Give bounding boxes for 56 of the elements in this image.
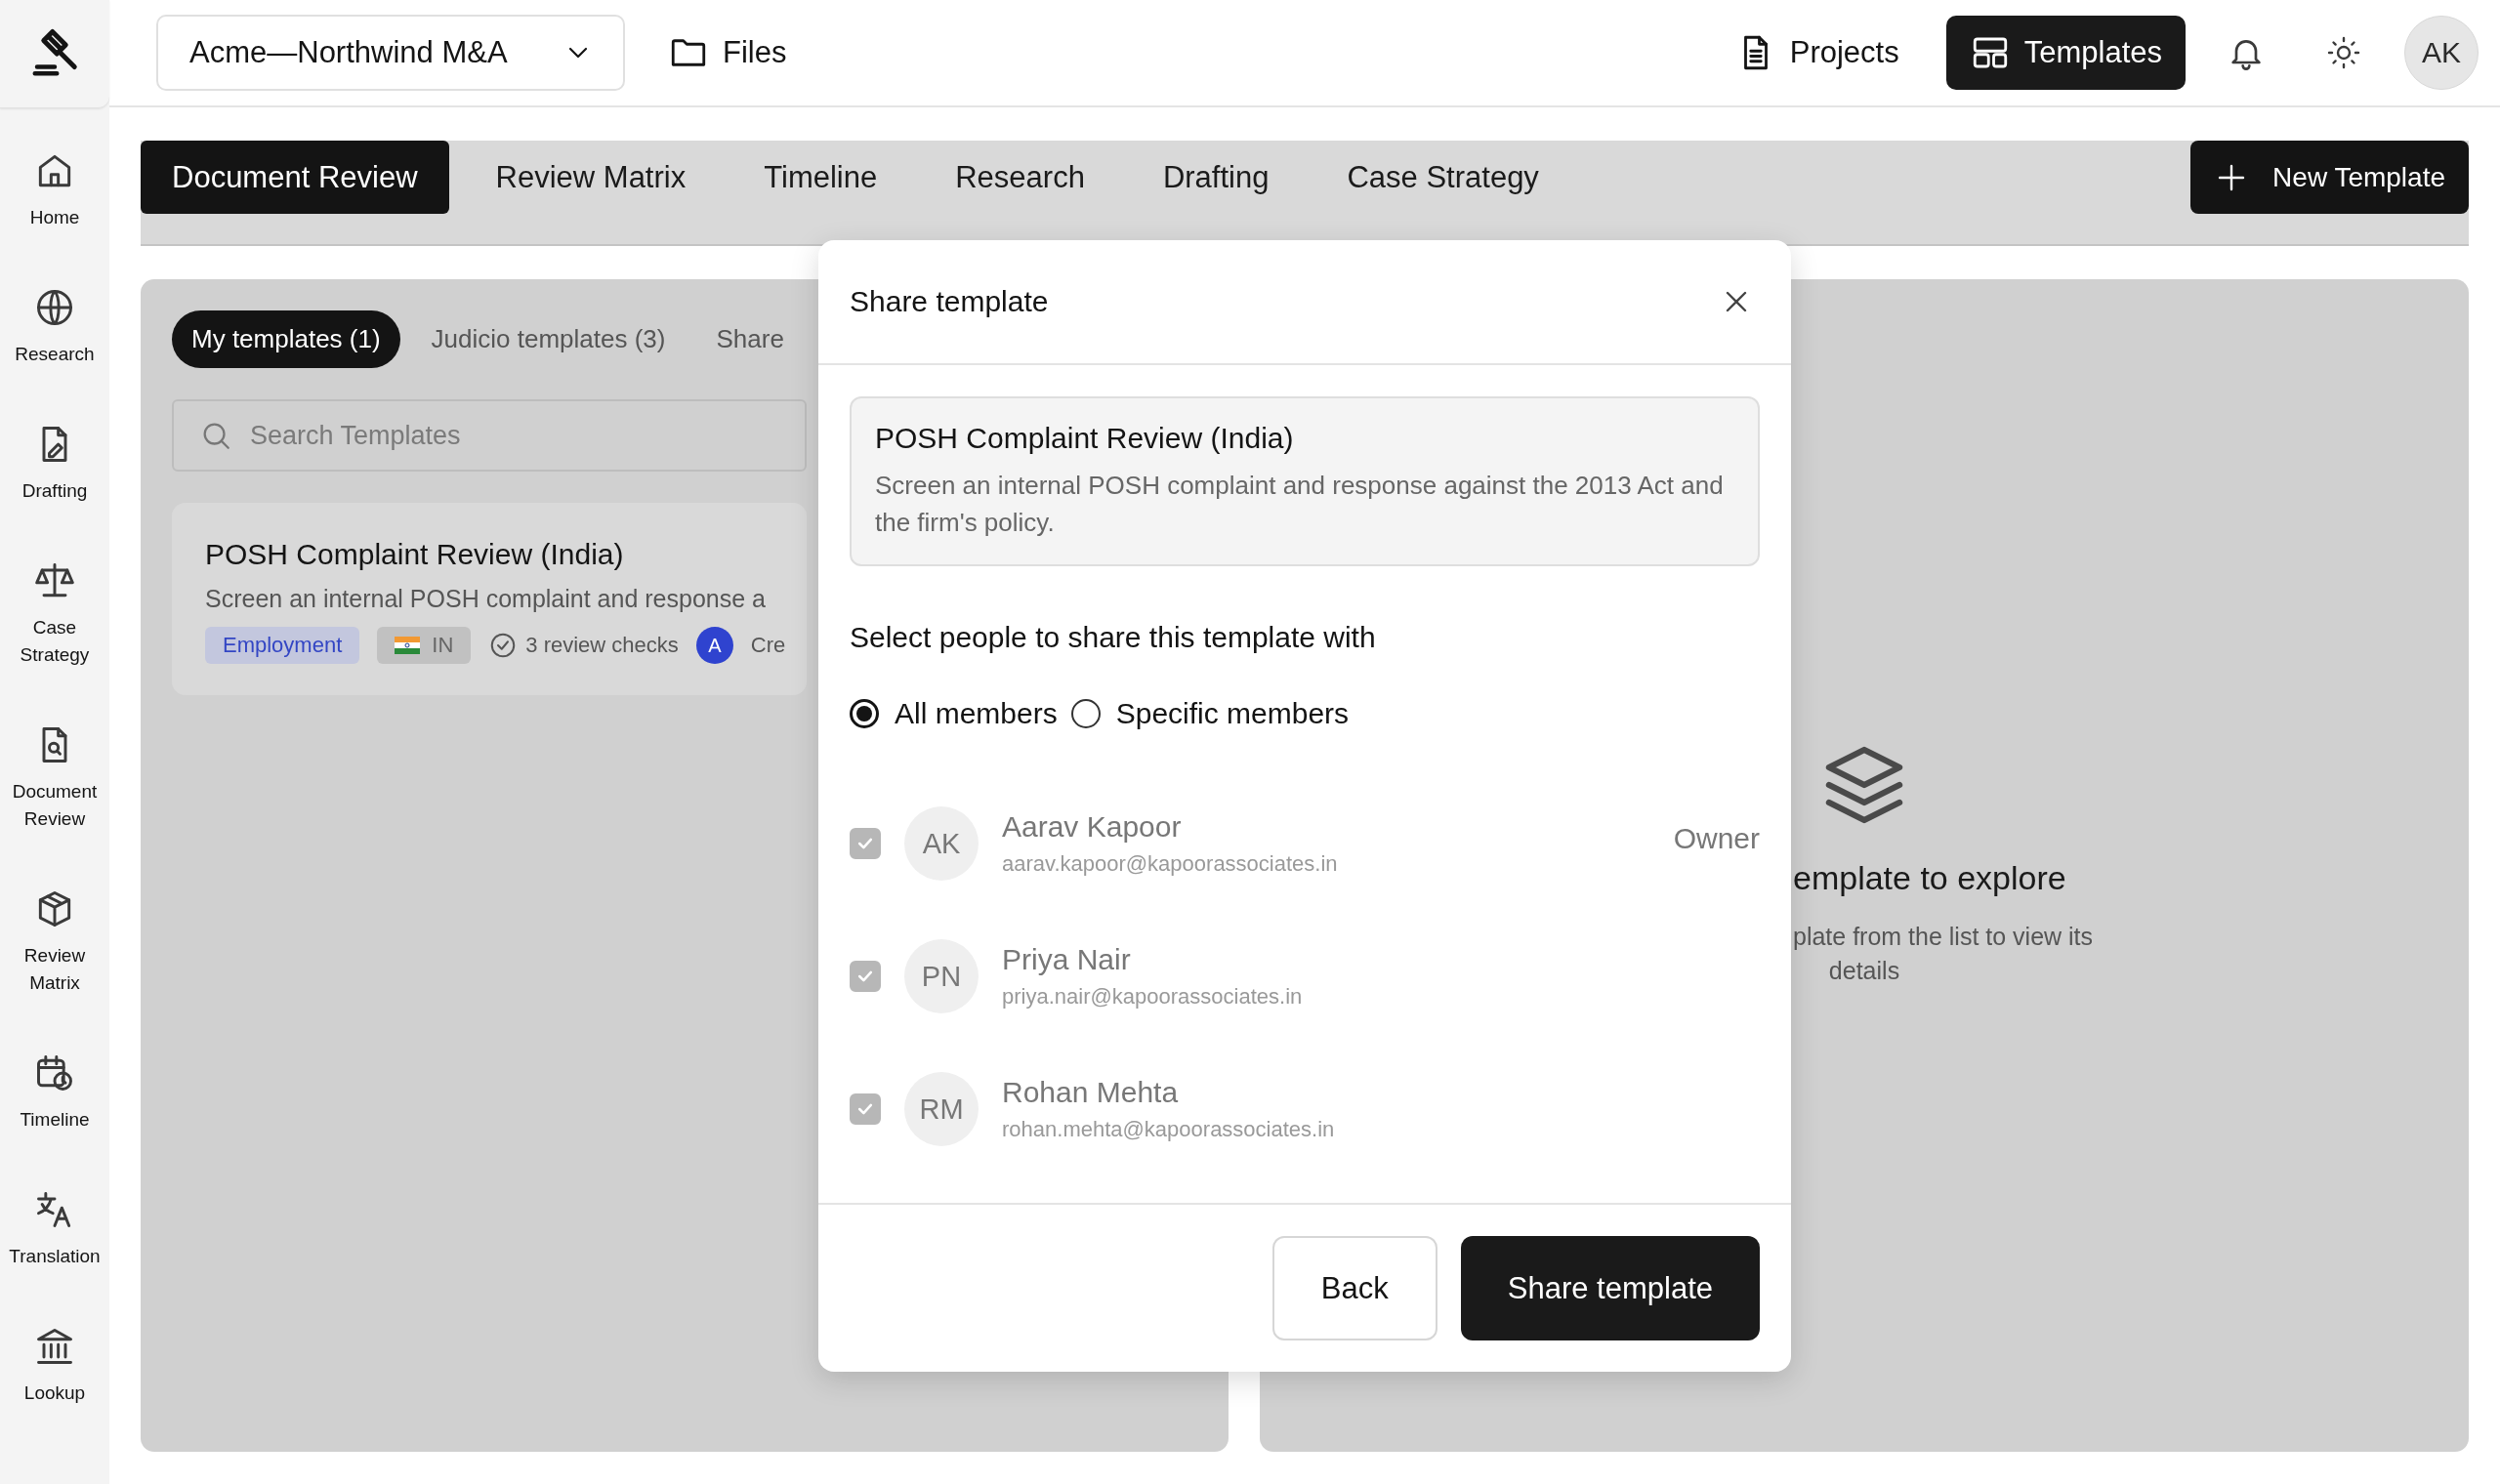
sidebar-item[interactable]: Translation bbox=[0, 1147, 109, 1284]
share-button[interactable]: Share template bbox=[1460, 1236, 1760, 1340]
nav-item[interactable]: Templates bbox=[1945, 16, 2186, 90]
template-title: POSH Complaint Review (India) bbox=[875, 422, 1295, 455]
empty-state-text: details bbox=[1828, 957, 1900, 985]
template-title: POSH Complaint Review (India) bbox=[205, 538, 625, 571]
radio-option[interactable]: Specific members bbox=[1070, 697, 1350, 730]
sidebar-item[interactable]: Timeline bbox=[0, 1010, 109, 1147]
member-name: Rohan Mehta bbox=[1002, 1076, 1180, 1109]
member-name: Priya Nair bbox=[1002, 943, 1132, 976]
nav-item[interactable]: Projects bbox=[1711, 16, 1923, 90]
template-description: Screen an internal POSH complaint and response against the 2013 Act and the firm's policy. bbox=[875, 470, 1725, 539]
member-role: Owner bbox=[1673, 822, 1760, 855]
filter-tab[interactable]: My templates (1) bbox=[172, 310, 400, 368]
flag-icon bbox=[395, 637, 421, 654]
empty-state-title: emplate to explore bbox=[1793, 859, 2067, 897]
sidebar-item[interactable]: Drafting bbox=[0, 382, 109, 518]
creator-label: Cre bbox=[750, 633, 786, 658]
sidebar-item[interactable]: Lookup bbox=[0, 1284, 109, 1421]
sidebar-item[interactable]: Home bbox=[0, 108, 109, 245]
member-avatar: RM bbox=[904, 1072, 979, 1146]
tab[interactable]: Drafting bbox=[1131, 141, 1301, 214]
template-description: Screen an internal POSH complaint and response a bbox=[205, 585, 767, 613]
member-name: Aarav Kapoor bbox=[1002, 810, 1183, 844]
tab[interactable]: Research bbox=[924, 141, 1116, 214]
filter-tab[interactable]: Share bbox=[696, 310, 804, 368]
member-email: aarav.kapoor@kapoorassociates.in bbox=[1002, 851, 1339, 877]
project-selector[interactable]: Acme—Northwind M&A bbox=[156, 15, 625, 91]
new-template-button[interactable]: New Template bbox=[2190, 141, 2469, 214]
member-email: priya.nair@kapoorassociates.in bbox=[1002, 984, 1304, 1010]
sidebar-item[interactable]: Document Review bbox=[0, 682, 109, 846]
sun-icon bbox=[2326, 35, 2361, 70]
back-button[interactable]: Back bbox=[1271, 1236, 1438, 1340]
empty-state-text: plate from the list to view its bbox=[1793, 923, 2095, 951]
tag: IN bbox=[377, 627, 472, 664]
tab[interactable]: Review Matrix bbox=[464, 141, 718, 214]
files-link[interactable]: Files bbox=[648, 21, 807, 85]
radio-option[interactable]: All members bbox=[850, 697, 1058, 730]
member-email: rohan.mehta@kapoorassociates.in bbox=[1002, 1117, 1336, 1142]
user-avatar[interactable]: AK bbox=[2404, 16, 2479, 90]
sidebar-item[interactable]: Review Matrix bbox=[0, 846, 109, 1010]
filter-tab[interactable]: Judicio templates (3) bbox=[411, 310, 686, 368]
template-card[interactable]: POSH Complaint Review (India) Screen an internal POSH complaint and response a Employment IN 3 review checks A Cre bbox=[172, 503, 807, 695]
sidebar-item[interactable]: Case Strategy bbox=[0, 518, 109, 682]
dialog-title: Share template bbox=[850, 285, 1049, 318]
creator-avatar: A bbox=[695, 627, 733, 664]
tag: Employment bbox=[205, 627, 360, 664]
checks-count: 3 review checks bbox=[525, 633, 679, 658]
sidebar-item[interactable]: Research bbox=[0, 245, 109, 382]
member-avatar: AK bbox=[904, 806, 979, 881]
share-prompt: Select people to share this template with bbox=[850, 621, 1377, 654]
tab[interactable]: Timeline bbox=[732, 141, 909, 214]
search-field[interactable]: Search Templates bbox=[172, 399, 807, 472]
tab[interactable]: Document Review bbox=[141, 141, 449, 214]
member-avatar: PN bbox=[904, 939, 979, 1013]
tab[interactable]: Case Strategy bbox=[1315, 141, 1570, 214]
